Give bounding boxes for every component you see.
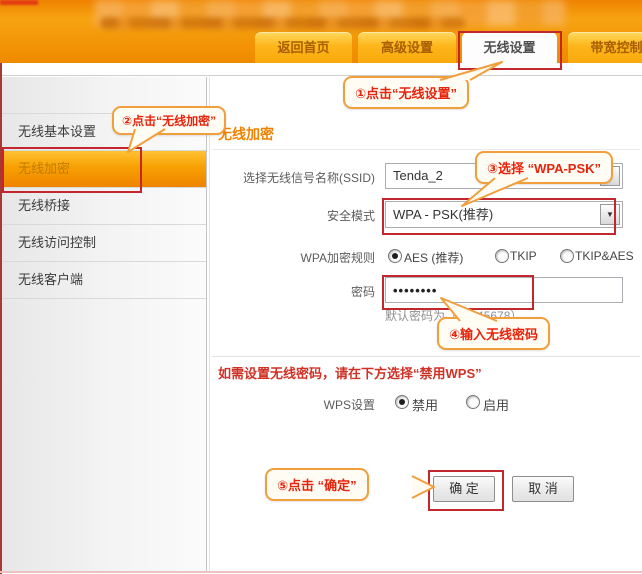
header-divider — [0, 75, 642, 76]
radio-tkip-aes[interactable] — [560, 249, 574, 263]
sidebar: 无线基本设置 无线加密 无线桥接 无线访问控制 无线客户端 — [2, 77, 207, 571]
radio-wps-disable-label: 禁用 — [412, 395, 438, 414]
title-underline — [212, 149, 640, 150]
security-mode-select[interactable]: WPA - PSK(推荐) ▼ — [385, 201, 623, 228]
page-title: 无线加密 — [218, 124, 274, 144]
sidebar-item-wireless-access-control[interactable]: 无线访问控制 — [2, 225, 206, 262]
tab-bandwidth-control[interactable]: 带宽控制 — [568, 32, 642, 63]
radio-aes-label: AES (推荐) — [404, 249, 463, 266]
sidebar-item-wireless-security[interactable]: 无线加密 — [2, 151, 206, 188]
callout-step1: ①点击“无线设置” — [343, 76, 469, 109]
radio-tkip[interactable] — [495, 249, 509, 263]
security-mode-value: WPA - PSK(推荐) — [393, 207, 493, 222]
tab-home[interactable]: 返回首页 — [255, 32, 352, 63]
tab-wireless-settings[interactable]: 无线设置 — [462, 32, 557, 65]
ssid-label: 选择无线信号名称(SSID) — [207, 169, 375, 186]
ok-button[interactable]: 确 定 — [433, 476, 495, 502]
password-input[interactable] — [385, 277, 623, 303]
radio-aes[interactable] — [388, 249, 402, 263]
content-divider-line — [209, 77, 210, 571]
wps-settings-label: WPS设置 — [207, 396, 375, 413]
page-left-border — [0, 63, 2, 574]
wpa-rule-label: WPA加密规则 — [207, 249, 375, 266]
blurred-logo-text — [100, 17, 465, 29]
sidebar-item-wireless-clients[interactable]: 无线客户端 — [2, 262, 206, 299]
wps-note: 如需设置无线密码，请在下方选择“禁用WPS” — [218, 363, 482, 382]
callout-step2: ②点击“无线加密” — [112, 106, 226, 135]
section-divider — [212, 356, 640, 357]
password-label: 密码 — [207, 283, 375, 300]
sidebar-item-wireless-bridge[interactable]: 无线桥接 — [2, 188, 206, 225]
radio-wps-enable-label: 启用 — [483, 395, 509, 414]
security-mode-label: 安全模式 — [207, 207, 375, 224]
callout-step3: ③选择 “WPA-PSK” — [475, 151, 613, 184]
header-red-mark — [0, 0, 38, 5]
radio-tkip-label: TKIP — [510, 249, 537, 263]
page-bottom-border — [0, 571, 642, 573]
radio-wps-disable[interactable] — [395, 395, 409, 409]
radio-tkip-aes-label: TKIP&AES — [575, 249, 634, 263]
callout-step5: ⑤点击 “确定” — [265, 468, 369, 501]
callout-step4: ④输入无线密码 — [437, 317, 550, 350]
tab-advanced-settings[interactable]: 高级设置 — [358, 32, 456, 63]
ssid-value: Tenda_2 — [393, 168, 443, 183]
radio-wps-enable[interactable] — [466, 395, 480, 409]
cancel-button[interactable]: 取 消 — [512, 476, 574, 502]
chevron-down-icon[interactable]: ▼ — [600, 204, 620, 225]
